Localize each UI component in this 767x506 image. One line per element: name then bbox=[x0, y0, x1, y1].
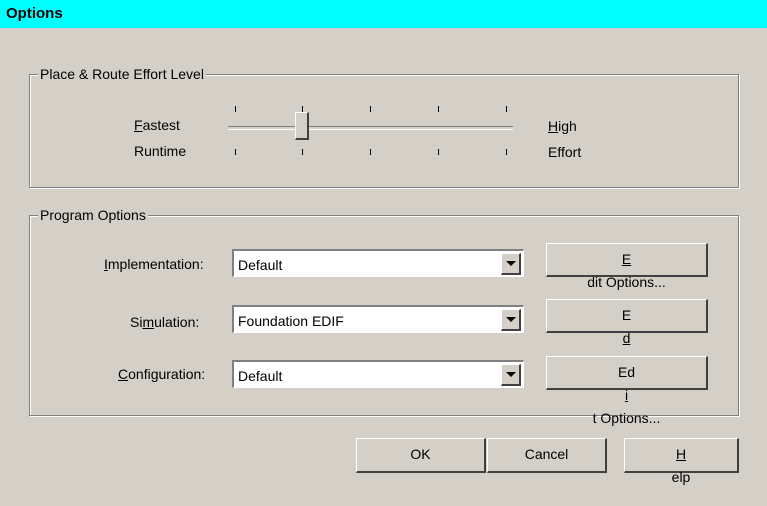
program-group-label: Program Options bbox=[38, 207, 148, 223]
implementation-rest: mplementation: bbox=[107, 256, 204, 272]
slider-track[interactable] bbox=[228, 126, 513, 130]
fastest-label: Fastest bbox=[134, 117, 180, 133]
edit-options-rest: t Options... bbox=[592, 410, 661, 426]
chevron-down-icon[interactable] bbox=[501, 309, 521, 331]
configuration-edit-options-button[interactable]: Ed i t Options... bbox=[546, 356, 708, 426]
fastest-label-rest: astest bbox=[142, 117, 180, 133]
help-label: Help bbox=[625, 446, 737, 485]
edit-options-label: Edit Options... bbox=[547, 251, 706, 290]
slider-tick-bottom bbox=[302, 149, 303, 155]
help-mnemonic: H bbox=[675, 446, 687, 462]
configuration-label: Configuration: bbox=[118, 366, 205, 382]
edit-options-pre: E bbox=[621, 307, 632, 323]
simulation-rest: ulation: bbox=[154, 314, 200, 330]
edit-options-pre: Ed bbox=[617, 364, 636, 380]
edit-options-mnemonic: i bbox=[624, 387, 629, 403]
simulation-value: Foundation EDIF bbox=[238, 313, 344, 329]
slider-tick-top bbox=[370, 106, 371, 112]
slider-tick-bottom bbox=[235, 149, 236, 155]
simulation-label: Simulation: bbox=[130, 314, 199, 330]
implementation-select[interactable]: Default bbox=[232, 249, 524, 277]
slider-thumb[interactable] bbox=[295, 112, 309, 140]
simulation-select[interactable]: Foundation EDIF bbox=[232, 305, 524, 333]
slider-tick-top bbox=[235, 106, 236, 112]
edit-options-mnemonic: E bbox=[621, 251, 632, 267]
slider-tick-top bbox=[506, 106, 507, 112]
implementation-value: Default bbox=[238, 257, 283, 273]
high-label-rest: igh bbox=[558, 118, 577, 134]
configuration-value: Default bbox=[238, 368, 283, 384]
edit-options-mnemonic: d bbox=[622, 330, 631, 346]
slider-tick-bottom bbox=[438, 149, 439, 155]
cancel-label: Cancel bbox=[524, 446, 569, 462]
help-button[interactable]: Help bbox=[624, 438, 739, 485]
options-dialog: Options Place & Route Effort Level Faste… bbox=[0, 0, 767, 506]
simulation-mnemonic: m bbox=[142, 314, 155, 330]
chevron-down-icon[interactable] bbox=[501, 253, 521, 275]
implementation-edit-options-button[interactable]: Edit Options... bbox=[546, 243, 708, 290]
help-rest: elp bbox=[671, 469, 691, 485]
simulation-pre: Si bbox=[130, 314, 143, 330]
cancel-button[interactable]: Cancel bbox=[487, 438, 607, 473]
implementation-label: Implementation: bbox=[104, 256, 204, 272]
effort-label: Effort bbox=[548, 144, 582, 160]
slider-tick-bottom bbox=[506, 149, 507, 155]
edit-options-rest: dit Options... bbox=[587, 274, 666, 290]
ok-button[interactable]: OK bbox=[356, 438, 486, 473]
high-label: High bbox=[548, 118, 577, 134]
slider-tick-bottom bbox=[370, 149, 371, 155]
ok-label: OK bbox=[410, 446, 431, 462]
chevron-down-icon[interactable] bbox=[501, 364, 521, 386]
title-bar[interactable]: Options bbox=[0, 0, 767, 28]
configuration-select[interactable]: Default bbox=[232, 360, 524, 388]
edit-options-label: Ed i t Options... bbox=[547, 364, 706, 426]
slider-tick-top bbox=[438, 106, 439, 112]
runtime-label: Runtime bbox=[134, 143, 187, 159]
effort-group-label: Place & Route Effort Level bbox=[38, 66, 206, 82]
fastest-label-mnemonic: F bbox=[134, 117, 143, 133]
configuration-mnemonic: C bbox=[118, 366, 129, 382]
simulation-edit-options-button[interactable]: Edit Options... bbox=[546, 299, 708, 369]
high-label-mnemonic: H bbox=[548, 118, 559, 134]
window-title: Options bbox=[6, 5, 63, 22]
configuration-rest: onfiguration: bbox=[128, 366, 206, 382]
